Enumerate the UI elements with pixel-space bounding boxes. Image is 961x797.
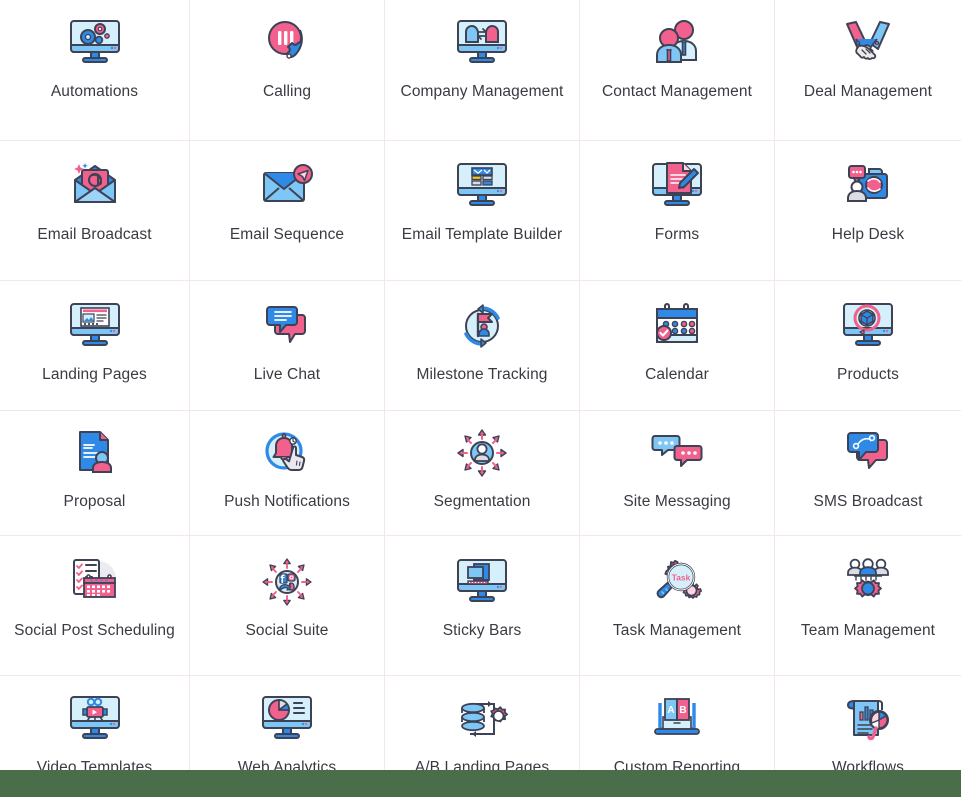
- two-dot-bubbles-icon: [645, 424, 709, 482]
- team-gear-icon: [836, 553, 900, 611]
- feature-tile-team-management[interactable]: Team Management: [775, 536, 961, 676]
- feature-tile-task-management[interactable]: Task Task Management: [580, 536, 775, 676]
- feature-tile-social-suite[interactable]: Social Suite: [190, 536, 385, 676]
- feature-label: Products: [837, 364, 899, 385]
- task-icon-text: Task: [672, 572, 691, 582]
- feature-grid: Automations Calling: [0, 0, 961, 797]
- chat-bubbles-icon: [255, 297, 319, 355]
- laptop-ab-book-icon: A B: [645, 690, 709, 748]
- feature-label: Social Post Scheduling: [14, 620, 175, 641]
- phone-handset-icon: [255, 14, 319, 72]
- feature-grid-page: Automations Calling: [0, 0, 961, 797]
- feature-tile-proposal[interactable]: Proposal: [0, 411, 190, 536]
- feature-label: Proposal: [64, 491, 126, 512]
- monitor-cube-icon: [836, 297, 900, 355]
- flag-circle-arrows-icon: [450, 297, 514, 355]
- feature-label: SMS Broadcast: [814, 491, 923, 512]
- bottom-bar: [0, 770, 961, 797]
- feature-tile-automations[interactable]: Automations: [0, 0, 190, 141]
- ab-flow-gear-icon: [450, 690, 514, 748]
- feature-label: Task Management: [613, 620, 741, 641]
- feature-tile-site-messaging[interactable]: Site Messaging: [580, 411, 775, 536]
- scroll-chart-magnifier-icon: [836, 690, 900, 748]
- feature-label: Email Sequence: [230, 224, 344, 245]
- feature-tile-email-broadcast[interactable]: Email Broadcast: [0, 141, 190, 281]
- feature-label: Contact Management: [602, 81, 752, 102]
- monitor-gears-icon: [63, 14, 127, 72]
- feature-tile-landing-pages[interactable]: Landing Pages: [0, 281, 190, 411]
- monitor-pie-chart-icon: [255, 690, 319, 748]
- person-arrows-icon: [450, 424, 514, 482]
- feature-label: Push Notifications: [224, 491, 350, 512]
- feature-tile-calendar[interactable]: Calendar: [580, 281, 775, 411]
- feature-tile-milestone-tracking[interactable]: Milestone Tracking: [385, 281, 580, 411]
- feature-label: Site Messaging: [623, 491, 730, 512]
- feature-label: Automations: [51, 81, 138, 102]
- feature-tile-email-template-builder[interactable]: Email Template Builder: [385, 141, 580, 281]
- feature-tile-live-chat[interactable]: Live Chat: [190, 281, 385, 411]
- feature-label: Sticky Bars: [443, 620, 522, 641]
- feature-tile-company-management[interactable]: Company Management: [385, 0, 580, 141]
- monitor-webpage-icon: [63, 297, 127, 355]
- feature-tile-social-post-scheduling[interactable]: Social Post Scheduling: [0, 536, 190, 676]
- monitor-template-icon: [450, 157, 514, 215]
- feature-tile-sms-broadcast[interactable]: SMS Broadcast: [775, 411, 961, 536]
- social-network-icon: [255, 553, 319, 611]
- monitor-document-pencil-icon: [645, 157, 709, 215]
- feature-tile-segmentation[interactable]: Segmentation: [385, 411, 580, 536]
- feature-tile-push-notifications[interactable]: Push Notifications: [190, 411, 385, 536]
- handshake-icon: [836, 14, 900, 72]
- feature-label: Team Management: [801, 620, 935, 641]
- feature-label: Forms: [655, 224, 699, 245]
- document-person-icon: [63, 424, 127, 482]
- feature-label: Help Desk: [832, 224, 904, 245]
- feature-tile-email-sequence[interactable]: Email Sequence: [190, 141, 385, 281]
- monitor-video-camera-icon: [63, 690, 127, 748]
- feature-tile-calling[interactable]: Calling: [190, 0, 385, 141]
- magnifier-gears-icon: Task: [645, 553, 709, 611]
- feature-tile-forms[interactable]: Forms: [580, 141, 775, 281]
- feature-label: Email Template Builder: [402, 224, 562, 245]
- feature-tile-help-desk[interactable]: Help Desk: [775, 141, 961, 281]
- monitor-sticky-bar-icon: [450, 553, 514, 611]
- feature-label: Milestone Tracking: [416, 364, 547, 385]
- feature-tile-products[interactable]: Products: [775, 281, 961, 411]
- bell-tap-icon: [255, 424, 319, 482]
- feature-label: Calendar: [645, 364, 709, 385]
- feature-tile-contact-management[interactable]: Contact Management: [580, 0, 775, 141]
- envelope-send-icon: [255, 157, 319, 215]
- sms-bubbles-icon: [836, 424, 900, 482]
- feature-tile-deal-management[interactable]: Deal Management: [775, 0, 961, 141]
- feature-label: Calling: [263, 81, 311, 102]
- feature-label: Landing Pages: [42, 364, 147, 385]
- letter-b-icon-text: B: [679, 705, 686, 716]
- open-envelope-at-icon: [63, 157, 127, 215]
- monitor-two-heads-icon: [450, 14, 514, 72]
- feature-tile-sticky-bars[interactable]: Sticky Bars: [385, 536, 580, 676]
- feature-label: Social Suite: [245, 620, 328, 641]
- calendar-check-icon: [645, 297, 709, 355]
- feature-label: Deal Management: [804, 81, 932, 102]
- checklist-calendar-icon: [63, 553, 127, 611]
- feature-label: Email Broadcast: [37, 224, 151, 245]
- letter-a-icon-text: A: [667, 705, 674, 716]
- feature-label: Segmentation: [434, 491, 531, 512]
- feature-label: Live Chat: [254, 364, 320, 385]
- feature-label: Company Management: [401, 81, 564, 102]
- two-people-icon: [645, 14, 709, 72]
- help-desk-agent-icon: [836, 157, 900, 215]
